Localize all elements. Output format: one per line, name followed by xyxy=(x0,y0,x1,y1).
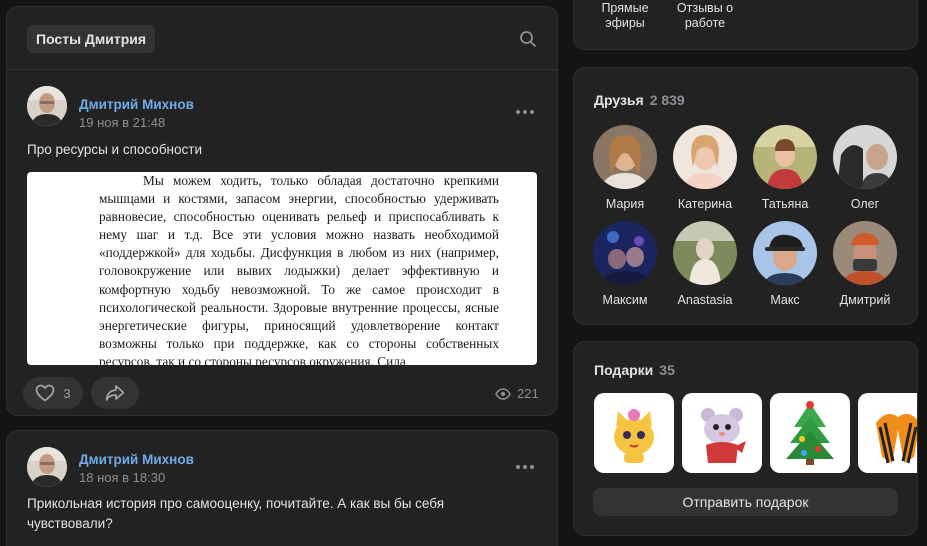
friend-avatar xyxy=(673,125,737,189)
tab-posts[interactable]: Посты Дмитрия xyxy=(27,25,156,53)
friend-name: Катерина xyxy=(677,197,733,211)
author-avatar[interactable] xyxy=(27,447,67,487)
friend-avatar xyxy=(833,125,897,189)
post-date[interactable]: 18 ноя в 18:30 xyxy=(79,470,165,485)
gifts-title[interactable]: Подарки 35 xyxy=(594,362,675,378)
views-count: 221 xyxy=(517,386,539,401)
gift-cat-icon xyxy=(614,409,654,463)
friends-title[interactable]: Друзья 2 839 xyxy=(594,92,685,108)
friend-avatar xyxy=(593,221,657,285)
views-counter: 221 xyxy=(495,386,539,401)
heart-icon xyxy=(36,384,55,402)
posts-card: Посты Дмитрия Дмитрий Михнов 19 ноя в 21… xyxy=(6,6,558,416)
friend-name: Anastasia xyxy=(677,293,733,307)
friend-name: Татьяна xyxy=(761,197,809,211)
eye-icon xyxy=(495,387,511,400)
friend-avatar xyxy=(753,125,817,189)
post-date[interactable]: 19 ноя в 21:48 xyxy=(79,115,165,130)
profile-links-card: Прямые эфиры Отзывы о работе xyxy=(573,0,918,50)
author-avatar[interactable] xyxy=(27,86,67,126)
post-author[interactable]: Дмитрий Михнов xyxy=(79,97,194,112)
friend-item[interactable]: Олег xyxy=(825,125,905,211)
gift-item[interactable] xyxy=(858,393,917,473)
link-reviews[interactable]: Отзывы о работе xyxy=(673,1,737,31)
post-image-text: Мы можем ходить, только обладая достаточ… xyxy=(99,173,499,365)
post-text: Про ресурсы и способности xyxy=(27,142,202,157)
posts-header: Посты Дмитрия xyxy=(7,7,557,70)
post-image[interactable]: Мы можем ходить, только обладая достаточ… xyxy=(27,172,537,365)
post-author[interactable]: Дмитрий Михнов xyxy=(79,452,194,467)
gifts-card: Подарки 35 Отправить подарок xyxy=(573,341,918,536)
gift-hamster-icon xyxy=(701,408,746,463)
share-button[interactable] xyxy=(91,377,139,409)
search-icon[interactable] xyxy=(519,30,537,48)
friends-card: Друзья 2 839 Мария Катерина Татьяна Олег … xyxy=(573,67,918,325)
friend-name: Олег xyxy=(850,197,880,211)
gift-ribbon-icon xyxy=(876,413,917,464)
post-text: Прикольная история про самооценку, почит… xyxy=(27,496,445,531)
friend-avatar xyxy=(593,125,657,189)
friend-name: Максим xyxy=(602,293,648,307)
share-icon xyxy=(105,385,125,401)
friend-avatar xyxy=(833,221,897,285)
friend-avatar xyxy=(753,221,817,285)
like-count: 3 xyxy=(63,385,71,401)
friend-item[interactable]: Anastasia xyxy=(665,221,745,307)
like-button[interactable]: 3 xyxy=(23,377,83,409)
gift-tree-icon xyxy=(786,401,834,465)
friend-item[interactable]: Татьяна xyxy=(745,125,825,211)
friend-name: Мария xyxy=(605,197,645,211)
gift-item[interactable] xyxy=(594,393,674,473)
friend-item[interactable]: Максим xyxy=(585,221,665,307)
friend-item[interactable]: Макс xyxy=(745,221,825,307)
post-card: Дмитрий Михнов 18 ноя в 18:30 Прикольная… xyxy=(6,430,558,546)
friend-name: Макс xyxy=(770,293,800,307)
gift-item[interactable] xyxy=(770,393,850,473)
friend-item[interactable]: Дмитрий xyxy=(825,221,905,307)
friend-item[interactable]: Мария xyxy=(585,125,665,211)
link-live[interactable]: Прямые эфиры xyxy=(596,1,654,31)
post: Дмитрий Михнов 19 ноя в 21:48 Про ресурс… xyxy=(7,70,557,415)
gifts-count: 35 xyxy=(659,362,675,378)
send-gift-button[interactable]: Отправить подарок xyxy=(593,488,898,516)
friend-name: Дмитрий xyxy=(839,293,891,307)
friend-avatar xyxy=(673,221,737,285)
friend-item[interactable]: Катерина xyxy=(665,125,745,211)
post-menu-icon[interactable] xyxy=(516,110,534,116)
friends-count: 2 839 xyxy=(649,92,685,108)
gift-item[interactable] xyxy=(682,393,762,473)
post-menu-icon[interactable] xyxy=(516,465,534,471)
